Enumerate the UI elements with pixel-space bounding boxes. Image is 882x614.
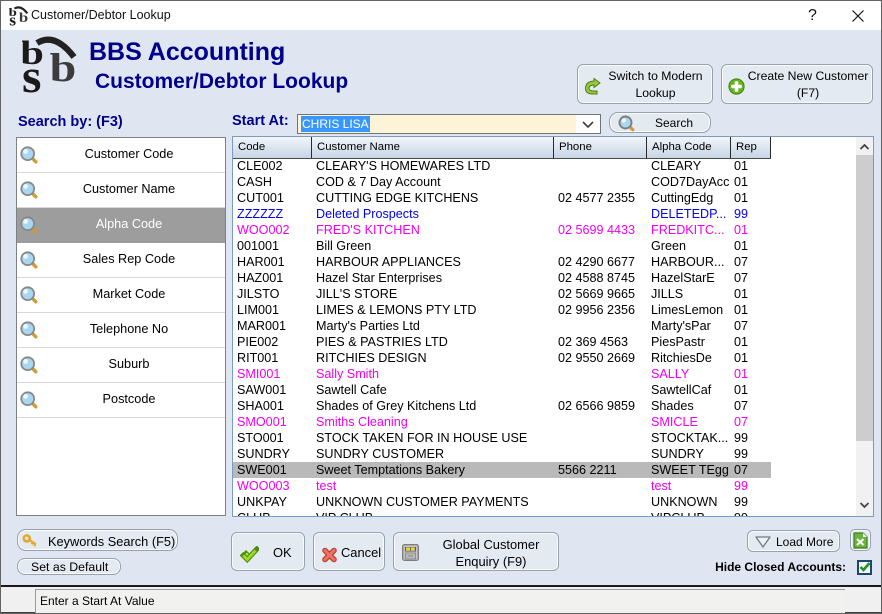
svg-text:s: s bbox=[22, 50, 41, 93]
svg-text:s: s bbox=[9, 11, 16, 26]
